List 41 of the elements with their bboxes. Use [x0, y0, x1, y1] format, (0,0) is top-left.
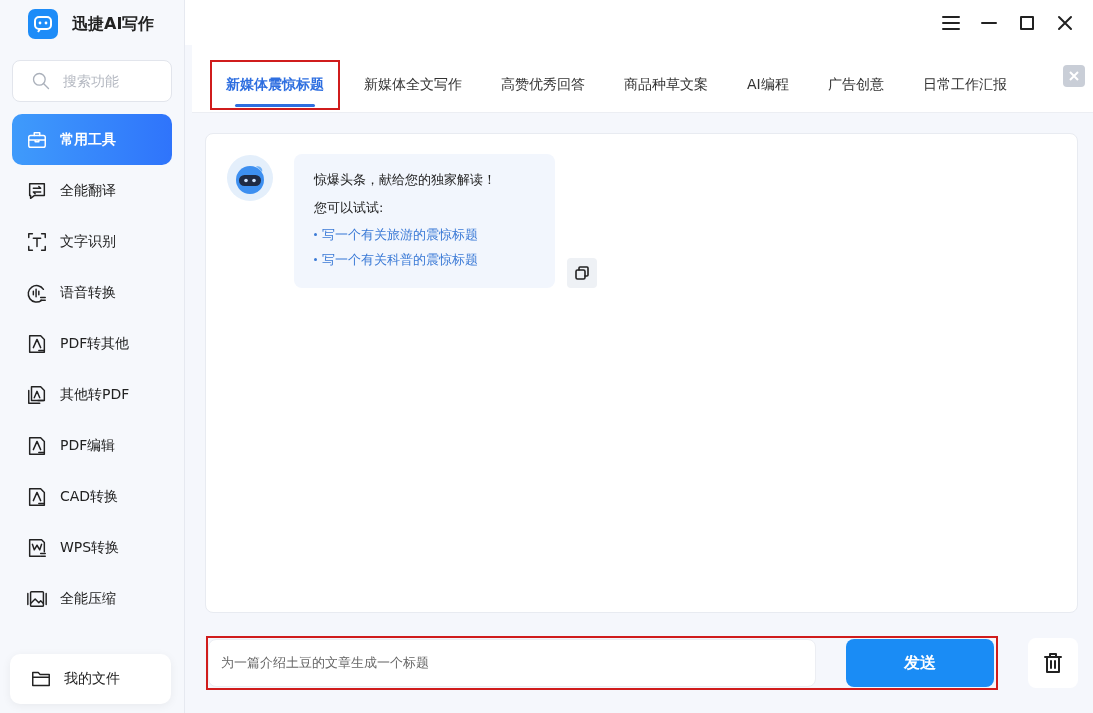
sidebar-item[interactable]: 全能压缩: [12, 573, 172, 624]
tab[interactable]: 新媒体震惊标题: [212, 62, 338, 108]
bullet-dot: [314, 258, 317, 261]
search-field[interactable]: 搜索功能: [61, 72, 171, 90]
my-files-button[interactable]: 我的文件: [10, 654, 171, 704]
document-icon: [26, 434, 48, 457]
sidebar-item[interactable]: PDF转其他: [12, 318, 172, 369]
delete-button[interactable]: [1028, 638, 1078, 688]
tab[interactable]: 广告创意: [827, 62, 906, 108]
suggestion-link[interactable]: 写一个有关旅游的震惊标题: [322, 226, 478, 243]
message-input[interactable]: 为一篇介绍土豆的文章生成一个标题: [208, 639, 816, 687]
sidebar-item[interactable]: 文字识别: [12, 216, 172, 267]
greeting-text: 惊爆头条，献给您的独家解读！: [314, 171, 497, 189]
app-logo: [28, 9, 58, 39]
copy-button[interactable]: [567, 258, 597, 288]
tab[interactable]: 高赞优秀回答: [501, 62, 607, 108]
document-icon: [26, 485, 48, 508]
app-title: 迅捷AI写作: [72, 13, 155, 35]
document-icon: [26, 536, 48, 559]
robot-avatar-icon: [226, 154, 274, 202]
close-icon: [1068, 70, 1080, 82]
document-icon: [26, 332, 48, 355]
prompt-text: 您可以试试:: [314, 199, 385, 217]
tab[interactable]: 日常工作汇报: [922, 62, 1029, 108]
search-icon: [31, 70, 51, 92]
sidebar-item[interactable]: CAD转换: [12, 471, 172, 522]
copy-icon: [574, 265, 590, 281]
sidebar-item[interactable]: 全能翻译: [12, 165, 172, 216]
search-box[interactable]: 搜索功能: [12, 60, 172, 102]
sidebar-item[interactable]: 语音转换: [12, 267, 172, 318]
tab[interactable]: AI编程: [747, 62, 811, 108]
text-scan-icon: [26, 230, 48, 253]
trash-icon: [1041, 651, 1065, 675]
tab[interactable]: 新媒体全文写作: [364, 62, 484, 108]
bullet-dot: [314, 233, 317, 236]
sidebar-item[interactable]: 其他转PDF: [12, 369, 172, 420]
document-icon: [26, 383, 48, 406]
suggestion-link[interactable]: 写一个有关科普的震惊标题: [322, 251, 478, 268]
tab[interactable]: 商品种草文案: [624, 62, 730, 108]
sidebar-item[interactable]: WPS转换: [12, 522, 172, 573]
sidebar-item[interactable]: PDF编辑: [12, 420, 172, 471]
